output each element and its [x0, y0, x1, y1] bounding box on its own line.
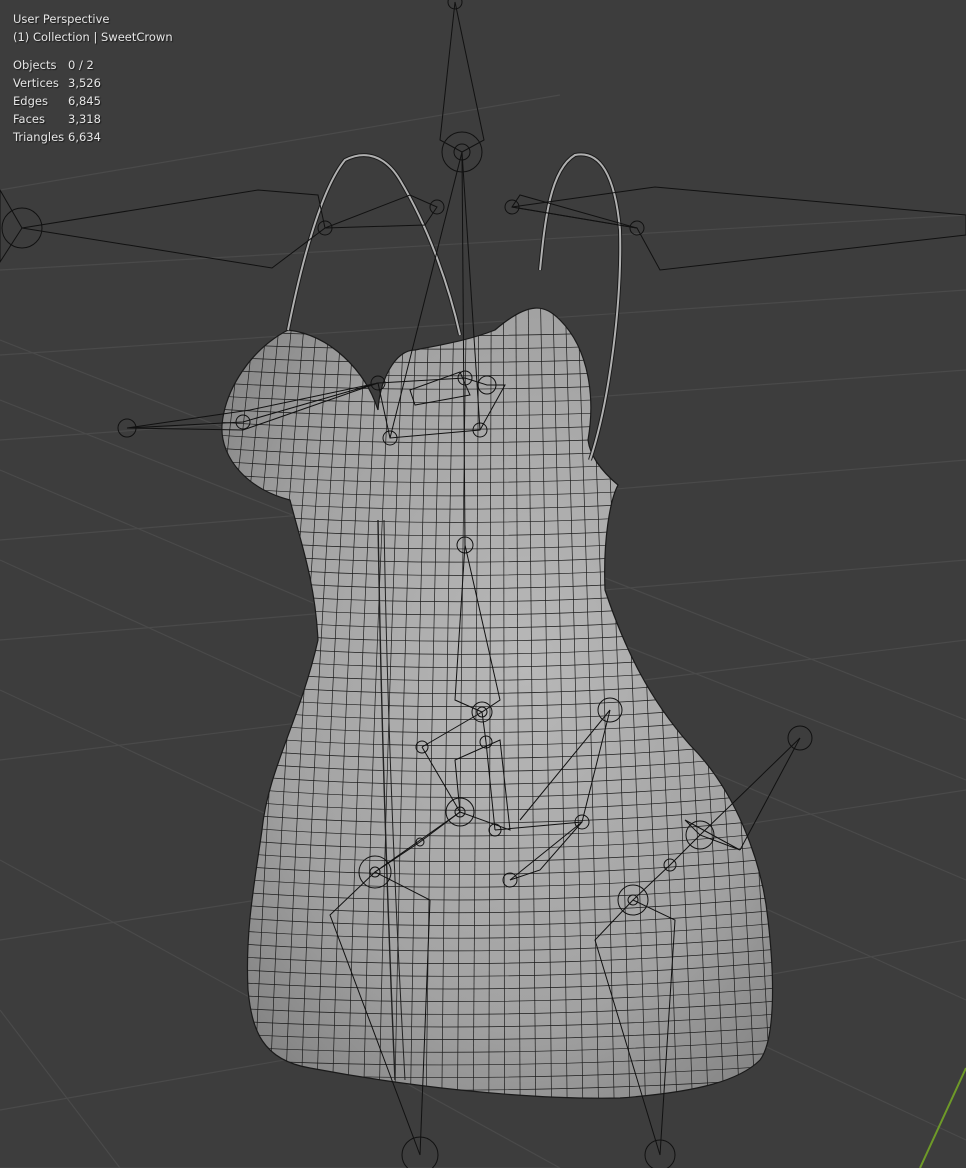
y-axis-line [919, 1067, 966, 1168]
dress-mesh[interactable] [175, 152, 818, 1110]
viewport-scene[interactable] [0, 0, 966, 1168]
3d-viewport[interactable]: User Perspective (1) Collection | SweetC… [0, 0, 966, 1168]
